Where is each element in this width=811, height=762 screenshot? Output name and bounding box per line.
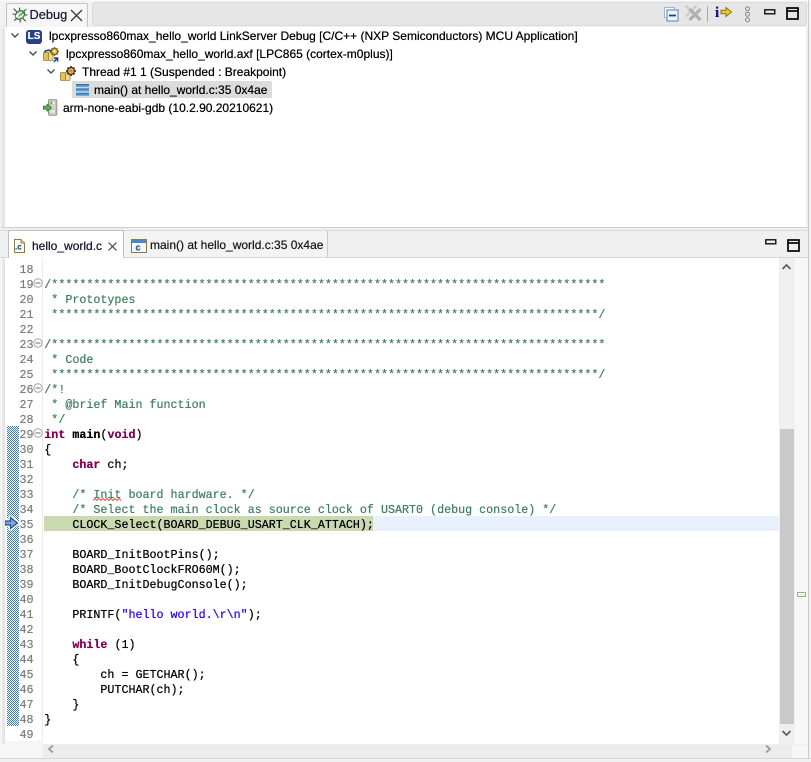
svg-text:c: c bbox=[136, 243, 141, 253]
svg-text:i: i bbox=[715, 5, 719, 20]
svg-text:.c: .c bbox=[15, 243, 22, 252]
